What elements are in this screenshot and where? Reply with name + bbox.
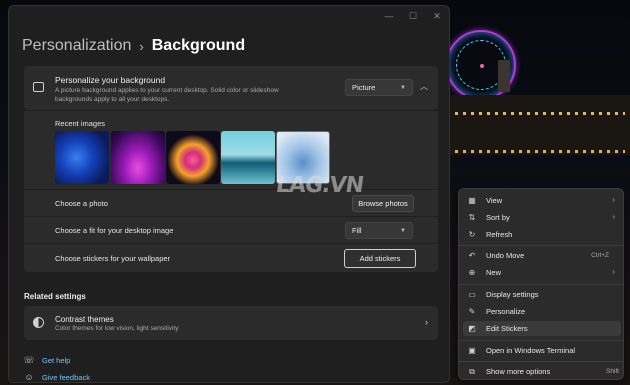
chevron-right-icon: › (425, 317, 428, 327)
recent-images-section: Recent images (24, 111, 438, 189)
recent-image-thumbnail[interactable] (55, 131, 109, 184)
recent-image-thumbnail[interactable] (166, 131, 220, 184)
menu-item-label: Sort by (486, 213, 510, 222)
menu-item-label: Refresh (486, 230, 513, 239)
recent-image-thumbnail[interactable] (221, 131, 275, 184)
choose-fit-label: Choose a fit for your desktop image (55, 226, 174, 235)
breadcrumb-personalization[interactable]: Personalization (22, 37, 131, 55)
title-bar: — ☐ ✕ (9, 6, 449, 26)
menu-item-open-terminal[interactable]: ▣ Open in Windows Terminal (463, 343, 621, 358)
menu-item-sort-by[interactable]: ⇅ Sort by › (463, 210, 621, 225)
chevron-right-icon: › (612, 197, 615, 204)
menu-item-show-more-options[interactable]: ⧉ Show more options Shift (463, 364, 621, 379)
menu-item-refresh[interactable]: ↻ Refresh (463, 227, 621, 242)
menu-item-label: Undo Move (486, 251, 525, 260)
menu-item-label: Personalize (486, 307, 526, 316)
menu-item-label: Show more options (486, 367, 551, 376)
minimize-button[interactable]: — (377, 6, 401, 26)
desktop-context-menu: ▦ View › ⇅ Sort by › ↻ Refresh ↶ Undo Mo… (458, 188, 624, 380)
menu-item-display-settings[interactable]: ▭ Display settings (463, 287, 621, 302)
add-stickers-button[interactable]: Add stickers (344, 249, 416, 268)
city-building (450, 95, 630, 155)
choose-photo-label: Choose a photo (55, 199, 108, 208)
menu-shortcut: Shift (605, 368, 619, 375)
contrast-themes-description: Color themes for low vision, light sensi… (55, 325, 179, 332)
menu-item-edit-stickers[interactable]: ◩ Edit Stickers (463, 321, 621, 336)
menu-item-label: View (486, 196, 503, 205)
help-chat-icon: ☏ (23, 354, 35, 365)
menu-item-undo-move[interactable]: ↶ Undo Move Ctrl+Z (463, 248, 621, 263)
breadcrumb: Personalization › Background (22, 37, 245, 55)
menu-item-label: New (486, 268, 502, 277)
personalize-background-card[interactable]: Personalize your background A picture ba… (24, 66, 438, 110)
sort-icon: ⇅ (468, 213, 476, 222)
plus-circle-icon: ⊕ (468, 268, 476, 277)
menu-item-label: Display settings (486, 290, 539, 299)
refresh-icon: ↻ (468, 230, 476, 239)
fit-value: Fill (352, 226, 362, 235)
menu-item-label: Open in Windows Terminal (486, 346, 576, 355)
chevron-right-icon: › (612, 269, 615, 276)
chevron-up-icon[interactable]: ︿ (420, 81, 428, 92)
feedback-icon: ☺ (24, 372, 34, 382)
sticker-icon: ◩ (468, 324, 476, 333)
contrast-themes-card[interactable]: Contrast themes Color themes for low vis… (24, 306, 438, 340)
chevron-down-icon: ▼ (400, 84, 406, 91)
stickers-label: Choose stickers for your wallpaper (55, 254, 171, 263)
watermark-logo: LAG.VN (274, 173, 365, 198)
fit-dropdown[interactable]: Fill ▼ (345, 222, 413, 239)
contrast-themes-title: Contrast themes (55, 315, 114, 324)
card-title: Personalize your background (55, 75, 166, 85)
menu-divider (459, 340, 623, 341)
give-feedback-label: Give feedback (42, 372, 90, 382)
terminal-icon: ▣ (468, 346, 476, 355)
related-settings-heading: Related settings (24, 292, 86, 301)
page-title: Background (151, 37, 246, 54)
stickers-row: Choose stickers for your wallpaper Add s… (24, 244, 438, 272)
chevron-right-icon: › (612, 214, 615, 221)
menu-item-personalize[interactable]: ✎ Personalize (463, 304, 621, 319)
menu-item-new[interactable]: ⊕ New › (463, 265, 621, 280)
more-icon: ⧉ (469, 366, 475, 376)
background-type-dropdown[interactable]: Picture ▼ (345, 79, 413, 96)
settings-window: — ☐ ✕ Personalization › Background Perso… (8, 5, 450, 383)
tower-building (498, 60, 510, 92)
chevron-down-icon: ▼ (400, 227, 406, 234)
menu-item-view[interactable]: ▦ View › (463, 193, 621, 208)
city-lights (455, 112, 625, 115)
menu-divider (459, 284, 623, 285)
contrast-icon (33, 317, 44, 328)
maximize-button[interactable]: ☐ (401, 6, 425, 26)
choose-fit-row: Choose a fit for your desktop image Fill… (24, 217, 438, 243)
get-help-link[interactable]: ☏ Get help (23, 354, 71, 365)
background-type-value: Picture (352, 83, 376, 92)
menu-shortcut: Ctrl+Z (591, 252, 609, 259)
browse-photos-button[interactable]: Browse photos (352, 195, 414, 212)
grid-icon: ▦ (468, 196, 476, 205)
recent-images-label: Recent images (55, 119, 106, 128)
city-lights (455, 150, 625, 153)
menu-divider (459, 361, 623, 362)
brush-icon: ✎ (468, 307, 476, 316)
menu-item-label: Edit Stickers (486, 324, 528, 333)
close-button[interactable]: ✕ (425, 6, 449, 26)
menu-divider (459, 245, 623, 246)
display-icon: ▭ (468, 290, 476, 299)
breadcrumb-separator-icon: › (139, 38, 144, 54)
give-feedback-link[interactable]: ☺ Give feedback (24, 372, 90, 382)
recent-image-thumbnail[interactable] (111, 131, 165, 184)
undo-icon: ↶ (468, 251, 476, 260)
picture-icon (33, 82, 44, 92)
choose-photo-row: Choose a photo Browse photos (24, 190, 438, 216)
card-description: A picture background applies to your cur… (55, 87, 279, 103)
get-help-label: Get help (42, 355, 71, 365)
